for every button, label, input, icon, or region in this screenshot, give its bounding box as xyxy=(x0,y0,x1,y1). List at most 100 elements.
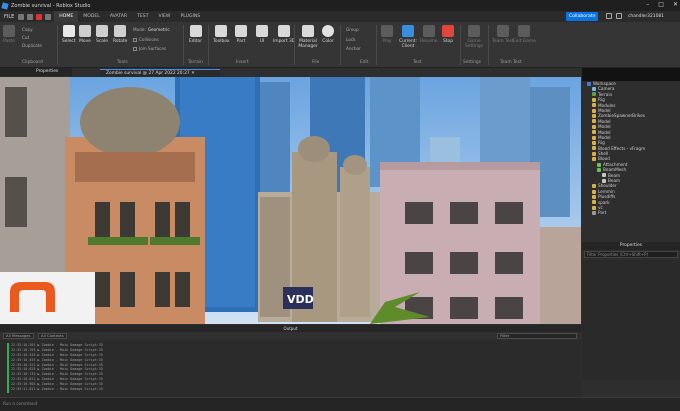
explorer-item-icon xyxy=(592,194,596,199)
separator xyxy=(57,25,58,65)
move-icon xyxy=(79,25,91,37)
close-tab-icon[interactable]: ✕ xyxy=(191,71,195,76)
cut-button[interactable]: Cut xyxy=(22,35,29,40)
viewport-3d[interactable]: VDD xyxy=(0,77,581,324)
explorer-item-icon xyxy=(592,135,596,140)
join-surfaces-toggle[interactable]: Join Surfaces xyxy=(133,46,166,51)
mode-selector[interactable]: Mode: Geometric xyxy=(133,27,170,32)
current-client-button[interactable]: Current: Client xyxy=(398,25,418,49)
command-bar[interactable]: Run a command xyxy=(0,397,680,411)
material-manager-button[interactable]: Material Manager xyxy=(297,25,319,49)
redo-icon[interactable] xyxy=(27,13,34,20)
terrain-group-label: Terrain xyxy=(188,60,203,65)
file-group-label: File xyxy=(312,60,320,65)
terrain-editor-button[interactable]: Editor xyxy=(189,25,202,44)
menu-row: FILE HOME MODEL AVATAR TEST VIEW PLUGINS Coll… xyxy=(0,11,680,22)
file-menu[interactable]: FILE xyxy=(0,14,18,20)
exit-game-button[interactable]: Exit Game xyxy=(513,25,536,44)
explorer-item-icon xyxy=(587,81,591,86)
select-tool-button[interactable]: Select xyxy=(62,25,76,44)
paste-button[interactable]: Paste xyxy=(3,25,15,44)
toolbox-icon xyxy=(215,25,228,37)
all-messages-dropdown[interactable]: All Messages xyxy=(3,333,34,339)
properties-panel-header[interactable]: Properties xyxy=(582,242,680,250)
move-tool-button[interactable]: Move xyxy=(79,25,91,44)
collaborate-button[interactable]: Collaborate xyxy=(566,12,599,21)
document-tab[interactable]: Zombie survival @ 27 Apr 2022 20:27 ✕ xyxy=(100,69,220,77)
anchor-button[interactable]: Anchor xyxy=(346,46,361,51)
properties-panel-tab[interactable]: Properties xyxy=(0,68,72,76)
tab-test[interactable]: TEST xyxy=(132,11,153,22)
roblox-studio-logo-icon xyxy=(1,1,9,10)
output-filters: All Messages All Contexts Filter xyxy=(0,332,581,340)
ui-button[interactable]: UI xyxy=(256,25,268,44)
stop-quick-icon[interactable] xyxy=(36,13,43,20)
copy-button[interactable]: Copy xyxy=(22,27,33,32)
explorer-item-icon xyxy=(592,205,596,210)
share-icon[interactable] xyxy=(606,13,612,19)
ribbon-tabs: HOME MODEL AVATAR TEST VIEW PLUGINS xyxy=(54,11,205,22)
import-3d-button[interactable]: Import 3D xyxy=(273,25,295,44)
import-3d-icon xyxy=(278,25,291,37)
cursor-icon xyxy=(62,25,75,37)
duplicate-button[interactable]: Duplicate xyxy=(22,43,42,48)
username[interactable]: chandler321081 xyxy=(628,11,664,22)
tab-home[interactable]: HOME xyxy=(54,11,79,22)
part-icon xyxy=(235,25,247,37)
team-test-button[interactable]: Team Test xyxy=(492,25,514,44)
explorer-tree: Workspace Camera Terrain Rig Modules Model Zom… xyxy=(582,81,680,216)
insert-group-label: Insert xyxy=(236,60,249,65)
top-icons xyxy=(606,13,622,19)
tab-view[interactable]: VIEW xyxy=(154,11,176,22)
lock-button[interactable]: Lock xyxy=(346,37,356,42)
explorer-item-icon xyxy=(592,119,596,124)
command-bar-placeholder: Run a command xyxy=(3,401,38,406)
explorer-item-icon xyxy=(592,157,596,162)
output-filter-input[interactable]: Filter xyxy=(497,333,577,339)
separator xyxy=(340,25,341,65)
explorer-item[interactable]: Part xyxy=(582,210,680,215)
resume-icon xyxy=(422,25,435,37)
quick-access-more-icon[interactable] xyxy=(45,13,52,20)
stop-icon xyxy=(442,25,454,37)
part-button[interactable]: Part xyxy=(235,25,247,44)
resume-button[interactable]: Resume xyxy=(420,25,438,44)
explorer-item-icon xyxy=(592,92,596,97)
output-panel: Output All Messages All Contexts Filter … xyxy=(0,325,581,397)
close-icon[interactable]: ✕ xyxy=(673,1,678,8)
explorer-item-icon xyxy=(597,167,601,172)
tab-plugins[interactable]: PLUGINS xyxy=(175,11,205,22)
group-button[interactable]: Group xyxy=(346,27,359,32)
explorer-item-icon xyxy=(592,140,596,145)
undo-icon[interactable] xyxy=(18,13,25,20)
scale-tool-button[interactable]: Scale xyxy=(96,25,108,44)
ribbon: Paste Copy Cut Duplicate Clipboard Selec… xyxy=(0,22,680,68)
tab-model[interactable]: MODEL xyxy=(78,11,105,22)
toolbox-button[interactable]: Toolbox xyxy=(213,25,229,44)
separator xyxy=(294,25,295,65)
test-group-label: Test xyxy=(413,60,422,65)
separator xyxy=(376,25,377,65)
maximize-icon[interactable]: □ xyxy=(658,1,664,8)
explorer-item-icon xyxy=(592,130,596,135)
all-contexts-dropdown[interactable]: All Contexts xyxy=(38,333,67,339)
tab-avatar[interactable]: AVATAR xyxy=(105,11,132,22)
output-status-bar xyxy=(7,343,9,393)
client-icon xyxy=(402,25,414,37)
output-title: Output xyxy=(0,325,581,332)
color-button[interactable]: Color xyxy=(322,25,334,44)
game-settings-button[interactable]: Game Settings xyxy=(464,25,484,49)
play-button[interactable]: Play xyxy=(381,25,393,44)
team-test-group-label: Team Test xyxy=(500,60,522,65)
explorer-item-icon xyxy=(592,146,596,151)
city-scene: VDD xyxy=(0,77,581,324)
play-icon xyxy=(381,25,393,37)
help-icon[interactable] xyxy=(616,13,622,19)
explorer-item-icon xyxy=(592,97,596,102)
explorer-item-icon xyxy=(592,211,596,216)
properties-filter-input[interactable]: Filter Properties (Ctrl+Shift+P) xyxy=(584,251,678,258)
collisions-toggle[interactable]: Collisions xyxy=(133,37,159,42)
stop-button[interactable]: Stop xyxy=(442,25,454,44)
rotate-tool-button[interactable]: Rotate xyxy=(113,25,127,44)
minimize-icon[interactable]: – xyxy=(646,1,649,8)
